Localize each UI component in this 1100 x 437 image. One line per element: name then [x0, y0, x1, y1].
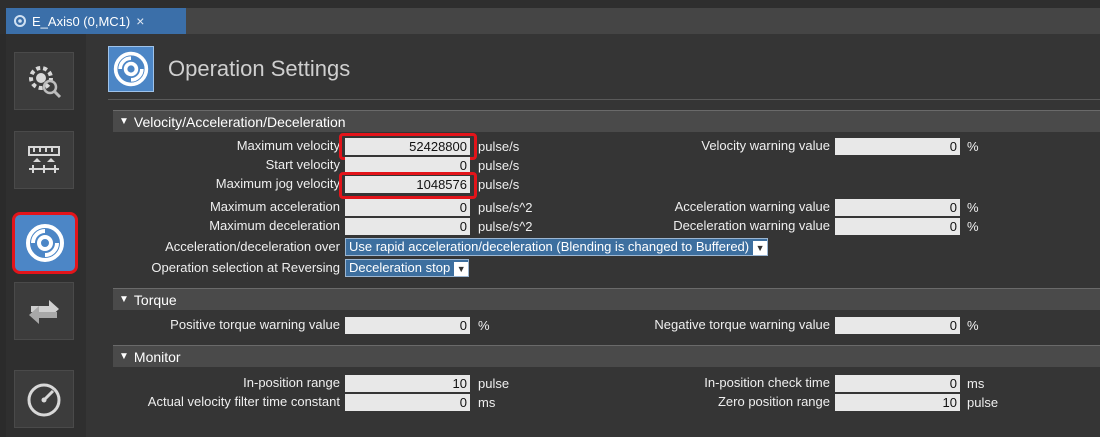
start-velocity-unit: pulse/s: [478, 158, 520, 173]
in-position-check-time-unit: ms: [967, 376, 985, 391]
velocity-warning-field[interactable]: 0: [835, 138, 960, 155]
acceleration-warning-label: Acceleration warning value: [674, 199, 830, 214]
deceleration-warning-field[interactable]: 0: [835, 218, 960, 235]
accel-decel-over-label: Acceleration/deceleration over: [165, 239, 340, 254]
highlight-max-velocity: [339, 133, 477, 160]
max-velocity-unit: pulse/s: [478, 139, 520, 154]
in-position-check-time-label: In-position check time: [704, 375, 830, 390]
zero-position-range-unit: pulse: [967, 395, 999, 410]
sidebar: [6, 34, 86, 437]
accel-decel-over-select[interactable]: Use rapid acceleration/deceleration (Ble…: [345, 238, 769, 256]
accel-decel-over-value: Use rapid acceleration/deceleration (Ble…: [349, 239, 750, 254]
max-deceleration-field[interactable]: 0: [345, 218, 470, 235]
deceleration-warning-unit: %: [967, 219, 979, 234]
deceleration-warning-label: Deceleration warning value: [673, 218, 830, 233]
max-velocity-label: Maximum velocity: [236, 138, 340, 153]
negative-torque-unit: %: [967, 318, 979, 333]
collapse-triangle-icon: ▼: [119, 116, 129, 127]
positive-torque-field[interactable]: 0: [345, 317, 470, 334]
acceleration-warning-field[interactable]: 0: [835, 199, 960, 216]
axis-settings-gear-icon[interactable]: [14, 52, 74, 110]
operation-settings-header-icon: [108, 46, 154, 92]
in-position-range-unit: pulse: [478, 376, 510, 391]
tab-bar: E_Axis0 (0,MC1) ×: [0, 0, 1100, 34]
page-header: Operation Settings: [108, 46, 350, 92]
section-velocity-header[interactable]: ▼ Velocity/Acceleration/Deceleration: [113, 110, 1100, 132]
gauge-icon[interactable]: [14, 370, 74, 428]
section-velocity-title: Velocity/Acceleration/Deceleration: [133, 113, 346, 130]
negative-torque-field[interactable]: 0: [835, 317, 960, 334]
velocity-filter-field[interactable]: 0: [345, 394, 470, 411]
max-jog-velocity-unit: pulse/s: [478, 177, 520, 192]
section-monitor-header[interactable]: ▼ Monitor: [113, 345, 1100, 367]
max-deceleration-unit: pulse/s^2: [478, 219, 533, 234]
dropdown-arrow-icon: ▼: [454, 262, 469, 276]
max-acceleration-field[interactable]: 0: [345, 199, 470, 216]
max-acceleration-unit: pulse/s^2: [478, 200, 533, 215]
reverse-arrows-icon[interactable]: [14, 282, 74, 340]
zero-position-range-field[interactable]: 10: [835, 394, 960, 411]
op-selection-reversing-value: Deceleration stop: [349, 260, 451, 275]
start-velocity-label: Start velocity: [265, 157, 340, 172]
positive-torque-unit: %: [478, 318, 490, 333]
velocity-filter-label: Actual velocity filter time constant: [147, 394, 340, 409]
tab-title: E_Axis0 (0,MC1): [32, 13, 131, 29]
op-selection-reversing-label: Operation selection at Reversing: [151, 260, 340, 275]
max-acceleration-label: Maximum acceleration: [209, 199, 340, 214]
in-position-range-label: In-position range: [243, 375, 340, 390]
positive-torque-label: Positive torque warning value: [170, 317, 340, 332]
operation-settings-icon[interactable]: [12, 212, 78, 274]
page-title: Operation Settings: [168, 56, 351, 81]
in-position-check-time-field[interactable]: 0: [835, 375, 960, 392]
collapse-triangle-icon: ▼: [119, 294, 129, 305]
highlight-max-jog-velocity: [339, 172, 477, 199]
header-divider: [108, 99, 1100, 100]
negative-torque-label: Negative torque warning value: [654, 317, 830, 332]
max-deceleration-label: Maximum deceleration: [209, 218, 340, 233]
velocity-warning-label: Velocity warning value: [701, 138, 830, 153]
acceleration-warning-unit: %: [967, 200, 979, 215]
in-position-range-field[interactable]: 10: [345, 375, 470, 392]
section-monitor-title: Monitor: [133, 348, 181, 365]
collapse-triangle-icon: ▼: [119, 351, 129, 362]
dropdown-arrow-icon: ▼: [753, 241, 768, 255]
op-selection-reversing-select[interactable]: Deceleration stop ▼: [345, 259, 470, 277]
zero-position-range-label: Zero position range: [717, 394, 830, 409]
section-torque-title: Torque: [133, 291, 177, 308]
velocity-filter-unit: ms: [478, 395, 496, 410]
velocity-warning-unit: %: [967, 139, 979, 154]
section-torque-header[interactable]: ▼ Torque: [113, 288, 1100, 310]
unit-conversion-icon[interactable]: [14, 131, 74, 189]
tab-close-icon[interactable]: ×: [136, 13, 144, 29]
tab-strip: [186, 8, 1100, 34]
tab-e-axis0[interactable]: E_Axis0 (0,MC1) ×: [6, 8, 186, 34]
axis-gear-icon: [14, 15, 26, 27]
max-jog-velocity-label: Maximum jog velocity: [215, 176, 340, 191]
